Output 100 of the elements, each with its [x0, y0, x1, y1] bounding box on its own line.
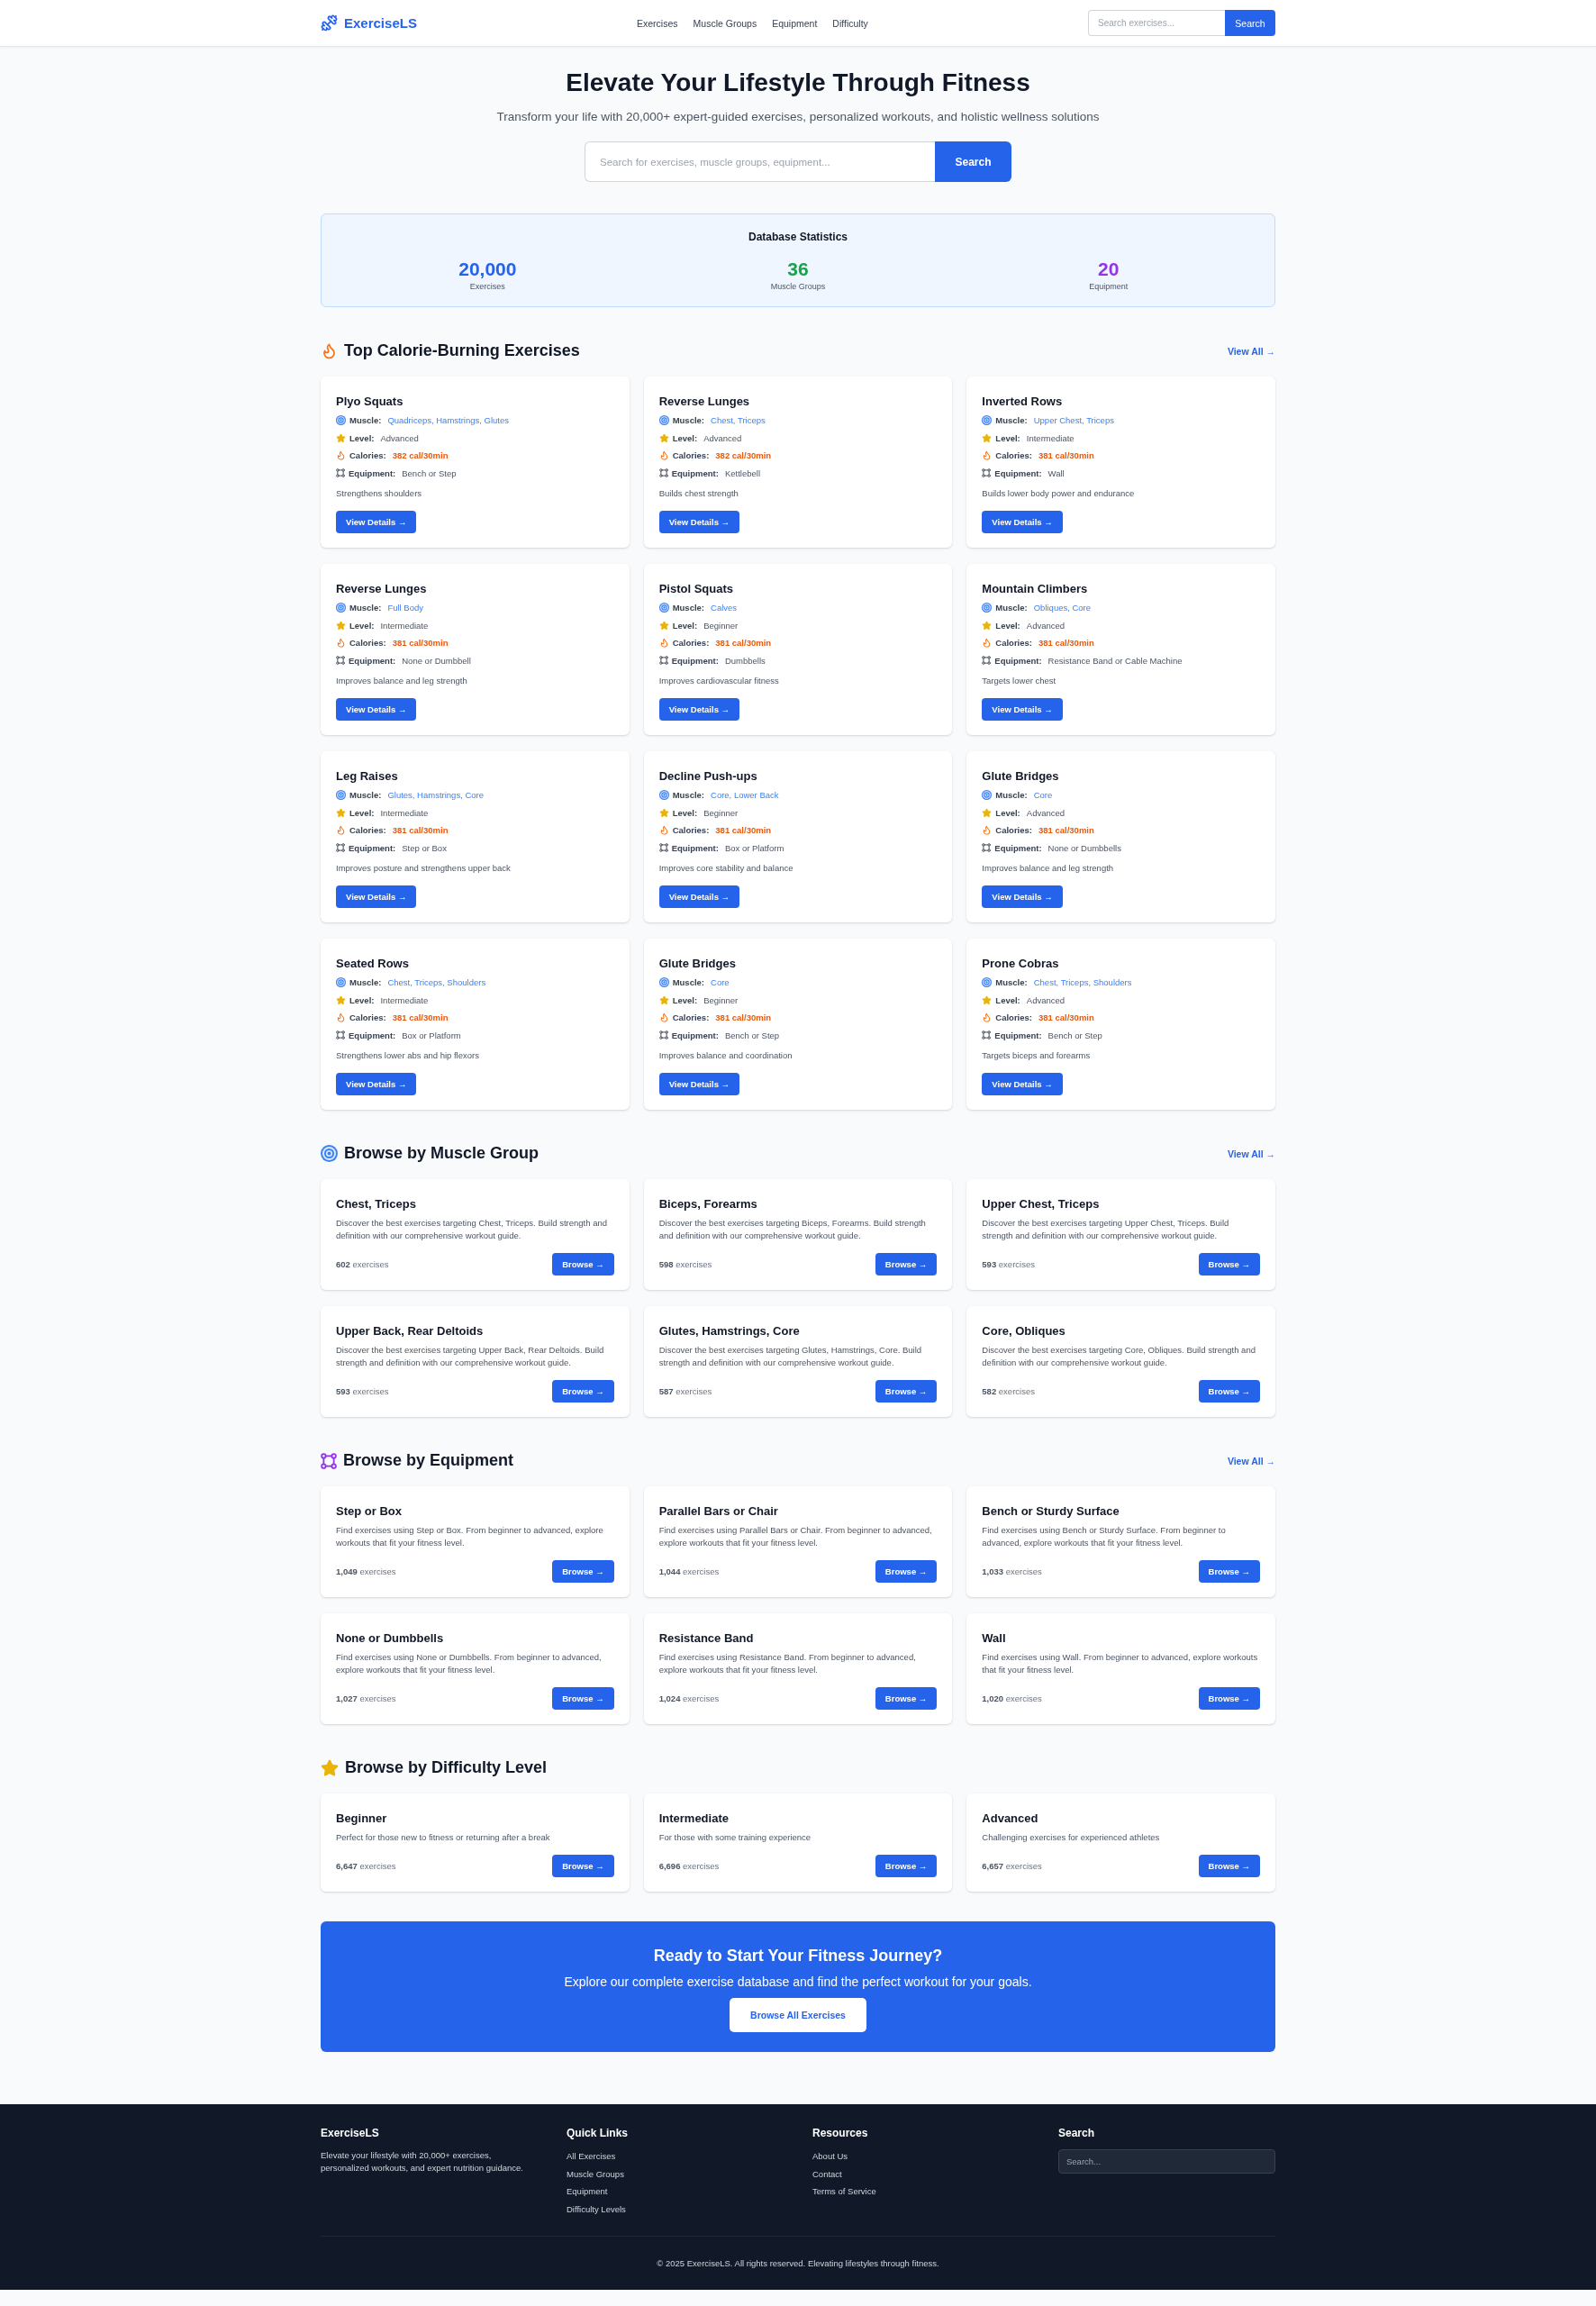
info-value: Bench or Step — [1047, 1030, 1102, 1040]
browse-button[interactable]: Browse → — [1198, 1253, 1260, 1276]
view-all-link[interactable]: View All → — [1227, 1455, 1275, 1466]
search-button[interactable]: Search — [1225, 10, 1275, 36]
dumbbell-icon — [321, 14, 338, 32]
view-details-button[interactable]: View Details → — [982, 1073, 1063, 1095]
card-title: Decline Push-ups — [658, 768, 757, 785]
info-value: Intermediate — [380, 807, 429, 818]
info-label: Calories: — [349, 638, 386, 649]
footer-link[interactable]: Muscle Groups — [567, 2165, 624, 2183]
cta-title: Ready to Start Your Fitness Journey? — [653, 1946, 943, 1966]
info-value: 381 cal/30min — [1038, 825, 1094, 836]
info-value: Wall — [1047, 468, 1065, 478]
view-all-link[interactable]: View All → — [1227, 1148, 1275, 1159]
view-details-button[interactable]: View Details → — [982, 698, 1063, 721]
info-value: Advanced — [1026, 620, 1066, 631]
copyright-text: © 2025 ExerciseLS. All rights reserved. Elevating lifestyles through fitness. — [657, 2257, 939, 2271]
footer-link[interactable]: Contact — [812, 2165, 842, 2183]
browse-button[interactable]: Browse → — [552, 1253, 614, 1276]
view-details-button[interactable]: View Details → — [336, 698, 417, 721]
view-details-button[interactable]: View Details → — [658, 1073, 740, 1095]
info-value: Beginner — [703, 807, 739, 818]
card-description: Improves cardiovascular fitness — [658, 675, 779, 687]
view-details-button[interactable]: View Details → — [982, 885, 1063, 908]
info-label: Level: — [672, 432, 698, 443]
browse-button[interactable]: Browse → — [552, 1687, 614, 1710]
browse-button[interactable]: Browse → — [875, 1560, 938, 1583]
nav-link[interactable]: Muscle Groups — [693, 17, 757, 29]
browse-button[interactable]: Browse → — [875, 1253, 938, 1276]
view-details-button[interactable]: View Details → — [658, 885, 740, 908]
flame-icon — [336, 825, 346, 836]
card-description: Perfect for those new to fitness or returning after a break — [336, 1831, 550, 1844]
card-description: Builds lower body power and endurance — [982, 487, 1135, 500]
vector-square-icon — [982, 468, 992, 478]
browse-button[interactable]: Browse → — [1198, 1560, 1260, 1583]
view-details-button[interactable]: View Details → — [336, 1073, 417, 1095]
view-all-link[interactable]: View All → — [1227, 345, 1275, 357]
card-title: Reverse Lunges — [336, 581, 427, 597]
card-title: Leg Raises — [336, 768, 398, 785]
exercise-count: 6,657 exercises — [982, 1861, 1042, 1871]
footer-link[interactable]: Terms of Service — [812, 2183, 876, 2201]
info-label: Level: — [349, 432, 375, 443]
info-value: Intermediate — [1026, 432, 1075, 443]
footer-link[interactable]: About Us — [812, 2147, 848, 2165]
browse-button[interactable]: Browse → — [552, 1855, 614, 1877]
vector-square-icon — [321, 1452, 337, 1469]
info-value: Bench or Step — [724, 1030, 780, 1040]
target-icon — [336, 603, 346, 613]
browse-button[interactable]: Browse → — [875, 1687, 938, 1710]
stat-label: Equipment — [1089, 281, 1129, 292]
exercise-count: 582 exercises — [982, 1386, 1035, 1396]
info-value: Advanced — [1026, 994, 1066, 1005]
vector-square-icon — [982, 1030, 992, 1040]
target-icon — [982, 415, 993, 426]
footer-link[interactable]: Equipment — [567, 2183, 608, 2201]
view-details-button[interactable]: View Details → — [336, 511, 417, 533]
browse-button[interactable]: Browse → — [552, 1560, 614, 1583]
browse-all-button[interactable]: Browse All Exercises — [730, 1998, 866, 2032]
info-label: Level: — [349, 620, 375, 631]
search-field[interactable]: Search... — [1058, 2149, 1275, 2174]
nav-link[interactable]: Equipment — [772, 17, 818, 29]
info-label: Equipment: — [671, 842, 719, 853]
card-title: Core, Obliques — [982, 1323, 1066, 1339]
search-button[interactable]: Search — [935, 141, 1011, 182]
exercise-count: 602 exercises — [336, 1259, 389, 1269]
footer-link[interactable]: Difficulty Levels — [567, 2200, 626, 2219]
footer-link[interactable]: All Exercises — [567, 2147, 616, 2165]
info-value: 381 cal/30min — [715, 1012, 772, 1023]
info-value: 381 cal/30min — [1038, 450, 1094, 461]
view-details-button[interactable]: View Details → — [982, 511, 1063, 533]
info-value: Chest, Triceps, Shoulders — [1033, 977, 1132, 988]
browse-button[interactable]: Browse → — [875, 1380, 938, 1403]
nav-link[interactable]: Exercises — [637, 17, 678, 29]
info-label: Equipment: — [349, 468, 396, 478]
info-value: None or Dumbbells — [1047, 842, 1121, 853]
info-label: Calories: — [995, 638, 1032, 649]
info-label: Level: — [672, 620, 698, 631]
info-value: Advanced — [380, 432, 419, 443]
browse-button[interactable]: Browse → — [1198, 1855, 1260, 1877]
info-label: Muscle: — [995, 790, 1028, 801]
browse-button[interactable]: Browse → — [875, 1855, 938, 1877]
footer-heading: Resources — [812, 2126, 868, 2140]
stat-label: Exercises — [469, 281, 505, 292]
view-details-button[interactable]: View Details → — [336, 885, 417, 908]
browse-button[interactable]: Browse → — [1198, 1687, 1260, 1710]
info-value: 381 cal/30min — [392, 638, 449, 649]
info-label: Muscle: — [349, 977, 382, 988]
star-icon — [982, 620, 993, 631]
browse-button[interactable]: Browse → — [1198, 1380, 1260, 1403]
browse-button[interactable]: Browse → — [552, 1380, 614, 1403]
nav-link[interactable]: Difficulty — [832, 17, 868, 29]
view-details-button[interactable]: View Details → — [658, 698, 740, 721]
card-title: Reverse Lunges — [658, 394, 750, 410]
info-value: Calves — [711, 603, 738, 613]
logo-link[interactable]: ExerciseLS — [321, 14, 417, 32]
view-details-button[interactable]: View Details → — [658, 511, 740, 533]
flame-icon — [336, 1012, 346, 1023]
section-title: Top Calorie-Burning Exercises — [344, 340, 580, 361]
info-value: Step or Box — [402, 842, 447, 853]
info-value: Kettlebell — [724, 468, 760, 478]
